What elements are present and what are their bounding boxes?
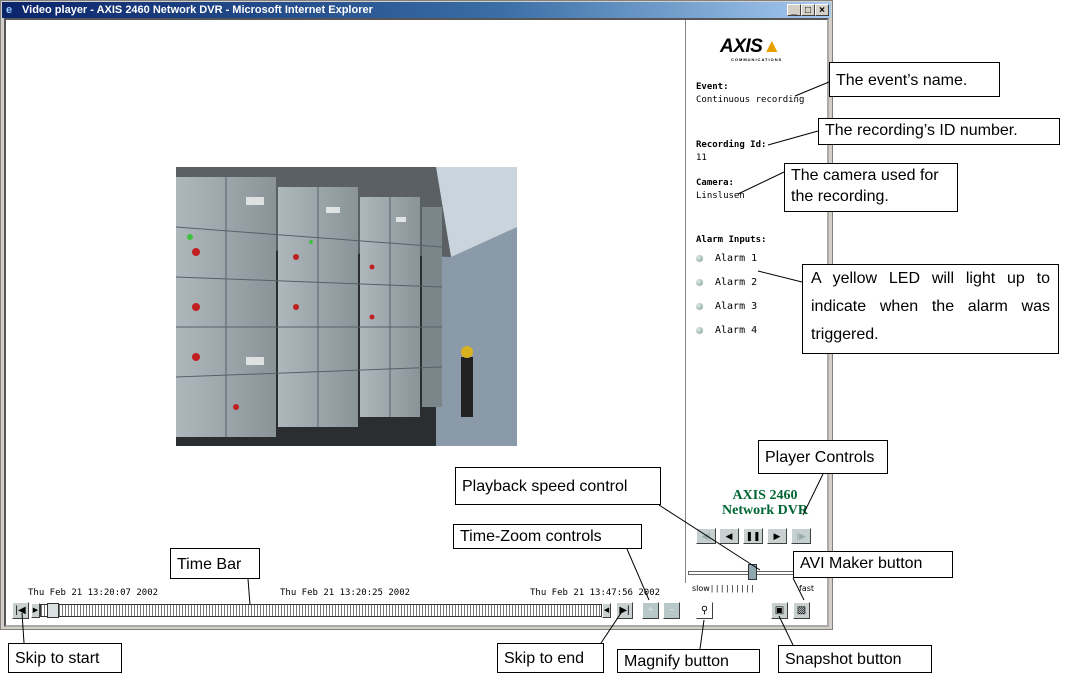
led-icon — [696, 303, 703, 310]
video-frame-image — [176, 167, 517, 446]
callout-time-zoom: Time-Zoom controls — [453, 524, 642, 549]
speed-ticks: ||||||||| — [711, 584, 757, 593]
callout-camera-used: The camera used for the recording. — [784, 163, 958, 212]
video-frame[interactable] — [176, 167, 517, 446]
callout-playback-speed: Playback speed control — [455, 467, 661, 505]
callout-avi-maker: AVI Maker button — [793, 551, 953, 578]
speed-fast-label: fast — [799, 584, 815, 593]
time-zoom-out-button[interactable]: − — [663, 602, 680, 619]
callout-time-bar: Time Bar — [170, 548, 260, 579]
magnify-button[interactable]: ⚲ — [696, 602, 713, 619]
timestamp-start: Thu Feb 21 13:20:07 2002 — [28, 588, 159, 598]
callout-player-controls: Player Controls — [758, 440, 888, 474]
callout-event-name: The event’s name. — [829, 62, 1000, 97]
recording-id-value: 11 — [696, 153, 707, 163]
timestamp-end: Thu Feb 21 13:47:56 2002 — [530, 588, 661, 598]
time-zoom-in-button[interactable]: + — [642, 602, 659, 619]
play-button[interactable]: ▶ — [767, 528, 787, 544]
led-icon — [696, 255, 703, 262]
window-title: Video player - AXIS 2460 Network DVR - M… — [22, 4, 373, 16]
time-bar-thumb[interactable] — [47, 603, 59, 618]
callout-skip-to-end: Skip to end — [497, 643, 604, 673]
callout-recording-id: The recording’s ID number. — [818, 118, 1060, 145]
timestamp-middle: Thu Feb 21 13:20:25 2002 — [280, 588, 411, 598]
camera-label: Camera: — [696, 178, 734, 188]
step-forward-button[interactable]: |▶ — [791, 528, 811, 544]
camera-icon: ▣ — [774, 605, 785, 616]
speed-slow-label: slow — [692, 584, 710, 593]
callout-snapshot: Snapshot button — [778, 645, 932, 673]
event-label: Event: — [696, 82, 729, 92]
avi-maker-button[interactable]: ▧ — [793, 602, 810, 619]
snapshot-button[interactable]: ▣ — [771, 602, 788, 619]
callout-skip-to-start: Skip to start — [8, 643, 122, 673]
minimize-button[interactable]: _ — [787, 4, 801, 16]
title-bar: e Video player - AXIS 2460 Network DVR -… — [2, 2, 831, 18]
timebar-scroll-left-button[interactable]: ▶ — [31, 603, 40, 618]
led-icon — [696, 279, 703, 286]
magnify-icon: ⚲ — [700, 605, 709, 616]
maximize-button[interactable]: □ — [801, 4, 815, 16]
callout-magnify: Magnify button — [617, 649, 760, 673]
recording-id-label: Recording Id: — [696, 140, 767, 150]
axis-logo: AXIS▲ — [720, 36, 781, 57]
skip-to-start-button[interactable]: |◀ — [12, 602, 29, 619]
timebar-scroll-right-button[interactable]: ◀ — [602, 603, 611, 618]
play-reverse-button[interactable]: ◀ — [719, 528, 739, 544]
time-bar[interactable] — [40, 604, 602, 617]
led-icon — [696, 327, 703, 334]
axis-logo-subtitle: COMMUNICATIONS — [731, 57, 783, 62]
event-value: Continuous recording — [696, 95, 805, 105]
pause-button[interactable]: ❚❚ — [743, 528, 763, 544]
film-icon: ▧ — [796, 605, 807, 616]
close-button[interactable]: × — [815, 4, 829, 16]
camera-value: Linslusen — [696, 191, 745, 201]
step-back-button[interactable]: ◀| — [696, 528, 716, 544]
speed-slider-thumb[interactable] — [748, 564, 757, 580]
dvr-brand: AXIS 2460 Network DVR — [722, 488, 808, 518]
callout-yellow-led: A yellow LED will light up to indicate w… — [802, 264, 1059, 354]
skip-to-end-button[interactable]: ▶| — [616, 602, 633, 619]
alarm-inputs-label: Alarm Inputs: — [696, 235, 767, 245]
internet-explorer-icon: e — [6, 4, 13, 16]
